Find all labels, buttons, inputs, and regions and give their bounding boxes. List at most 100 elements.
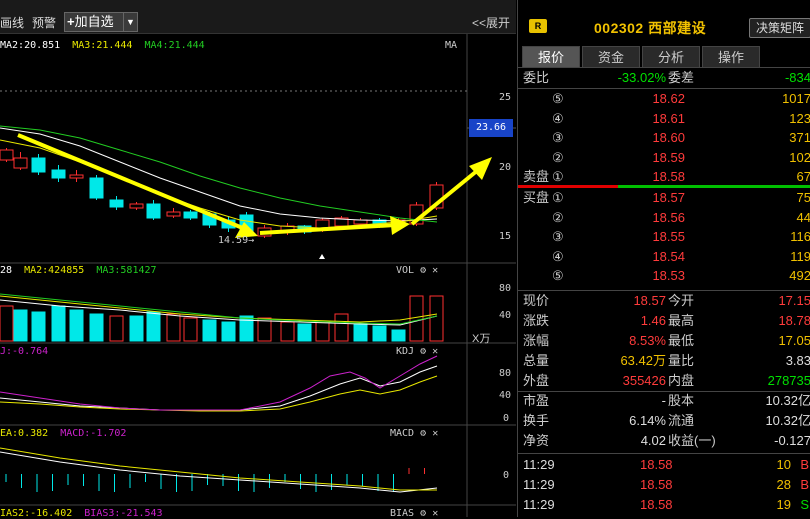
axis-tick-25: 25 [499, 92, 512, 103]
sell-level[interactable]: ③ 18.60 371 [518, 128, 810, 148]
field-label: 流通 [668, 413, 695, 428]
field-value: 10.32亿 [765, 393, 810, 408]
field-label: 外盘 [523, 373, 550, 388]
volume-bar [353, 323, 368, 342]
field-value: - [661, 393, 666, 408]
stock-header: R 002302 西部建设 决策矩阵 [518, 10, 810, 38]
bias-tag: BIAS ⚙ ✕ [390, 508, 439, 519]
volume-bar [51, 305, 66, 342]
book-label: 买盘 [523, 190, 550, 205]
level-price: 18.62 [652, 91, 685, 106]
level-volume: 123 [789, 110, 810, 126]
close-icon[interactable]: ✕ [432, 428, 438, 439]
candle [89, 177, 104, 199]
field-value: 18.57 [633, 293, 666, 308]
field-value: 1.46 [640, 313, 666, 328]
volume-bar [297, 323, 312, 342]
gear-icon[interactable]: ⚙ [420, 265, 426, 276]
ma3-value: MA3:21.444 [72, 40, 133, 51]
macd-tag: MACD ⚙ ✕ [390, 428, 439, 439]
quote-row: 换手 6.14% 流通 10.32亿 [518, 411, 810, 431]
vol-legend: 28 MA2:424855 MA3:581427 [0, 265, 157, 276]
candle [0, 149, 14, 161]
kline-chart[interactable] [0, 0, 516, 517]
vol-unit: X万 [472, 333, 491, 345]
tick-time: 11:29 [523, 477, 555, 492]
tick-time: 11:29 [523, 497, 555, 512]
level-volume: 116 [790, 229, 810, 244]
candle [166, 211, 181, 217]
tick-volume: 28 [776, 477, 791, 492]
stock-title: 002302 西部建设 [594, 20, 707, 36]
ma2-value: MA2:20.851 [0, 40, 61, 51]
field-label: 内盘 [668, 373, 695, 388]
vol-tag: VOL ⚙ ✕ [396, 265, 439, 276]
level-volume: 75 [796, 190, 810, 205]
gear-icon[interactable]: ⚙ [420, 508, 426, 519]
candle [69, 174, 84, 179]
tab-funds[interactable]: 资金 [582, 46, 640, 67]
close-icon[interactable]: ✕ [432, 265, 438, 276]
sell-level[interactable]: ② 18.59 102 [518, 148, 810, 168]
level-price: 18.60 [652, 130, 685, 145]
field-label: 换手 [523, 413, 550, 428]
tab-operation[interactable]: 操作 [702, 46, 760, 67]
field-label: 涨幅 [523, 333, 550, 348]
buy-level[interactable]: ④ 18.54 119 [518, 247, 810, 267]
field-value: 278735 [767, 373, 810, 388]
macd-legend: EA:0.382 MACD:-1.702 [0, 428, 127, 439]
buy-level[interactable]: ③ 18.55 116 [518, 227, 810, 247]
buy-level[interactable]: 买盘 ① 18.57 75 [518, 188, 810, 208]
quote-tabs: 报价 资金 分析 操作 [518, 46, 810, 68]
buy-level[interactable]: ⑤ 18.53 492 [518, 266, 810, 286]
field-label: 涨跌 [523, 313, 550, 328]
field-value: 6.14% [629, 413, 666, 428]
close-icon[interactable]: ✕ [432, 508, 438, 519]
quote-row: 总量 63.42万 量比 3.83 [518, 351, 810, 371]
sell-level[interactable]: 卖盘 ① 18.58 67 [518, 167, 810, 187]
book-label: 卖盘 [523, 169, 550, 184]
gear-icon[interactable]: ⚙ [420, 346, 426, 357]
ma-tag: MA [445, 40, 458, 51]
field-label: 量比 [668, 353, 695, 368]
level-price: 18.54 [652, 248, 685, 264]
field-label: 最高 [668, 313, 695, 328]
field-value: 10.32亿 [765, 413, 810, 428]
tab-quote[interactable]: 报价 [522, 46, 580, 67]
field-value: -0.127 [774, 433, 810, 448]
field-label: 今开 [668, 293, 695, 308]
level-price: 18.58 [652, 169, 685, 184]
volume-bar [0, 305, 14, 342]
quote-row: 市盈 - 股本 10.32亿 [518, 391, 810, 411]
tab-analysis[interactable]: 分析 [642, 46, 700, 67]
tick-price: 18.58 [640, 477, 673, 492]
field-label: 最低 [668, 333, 695, 348]
volume-bar [13, 309, 28, 342]
quote-row: 净资 4.02 收益(一) -0.127 [518, 431, 810, 451]
candle [13, 157, 28, 169]
level-volume: 67 [796, 169, 810, 184]
level-volume: 492 [789, 268, 810, 283]
tick-direction: B [800, 457, 809, 472]
level-index: ② [552, 149, 564, 165]
kdj-tag: KDJ ⚙ ✕ [396, 346, 439, 357]
field-value: 8.53% [629, 333, 666, 348]
field-value: 4.02 [640, 433, 666, 448]
level-price: 18.56 [652, 209, 685, 225]
sell-level[interactable]: ④ 18.61 123 [518, 109, 810, 129]
buy-level[interactable]: ② 18.56 44 [518, 208, 810, 228]
level-index: ① [552, 190, 564, 205]
level-price: 18.55 [652, 229, 685, 244]
close-icon[interactable]: ✕ [432, 346, 438, 357]
volume-bar [166, 313, 181, 342]
gear-icon[interactable]: ⚙ [420, 428, 426, 439]
sell-level[interactable]: ⑤ 18.62 1017 [518, 89, 810, 109]
volume-bar [31, 311, 46, 342]
volume-bar [202, 319, 217, 342]
tick-direction: S [800, 497, 809, 512]
volume-bar [334, 313, 349, 342]
decision-matrix-button[interactable]: 决策矩阵 [749, 18, 810, 38]
volume-bar [280, 321, 295, 342]
volume-bar [146, 311, 161, 342]
volume-bar [129, 315, 144, 342]
